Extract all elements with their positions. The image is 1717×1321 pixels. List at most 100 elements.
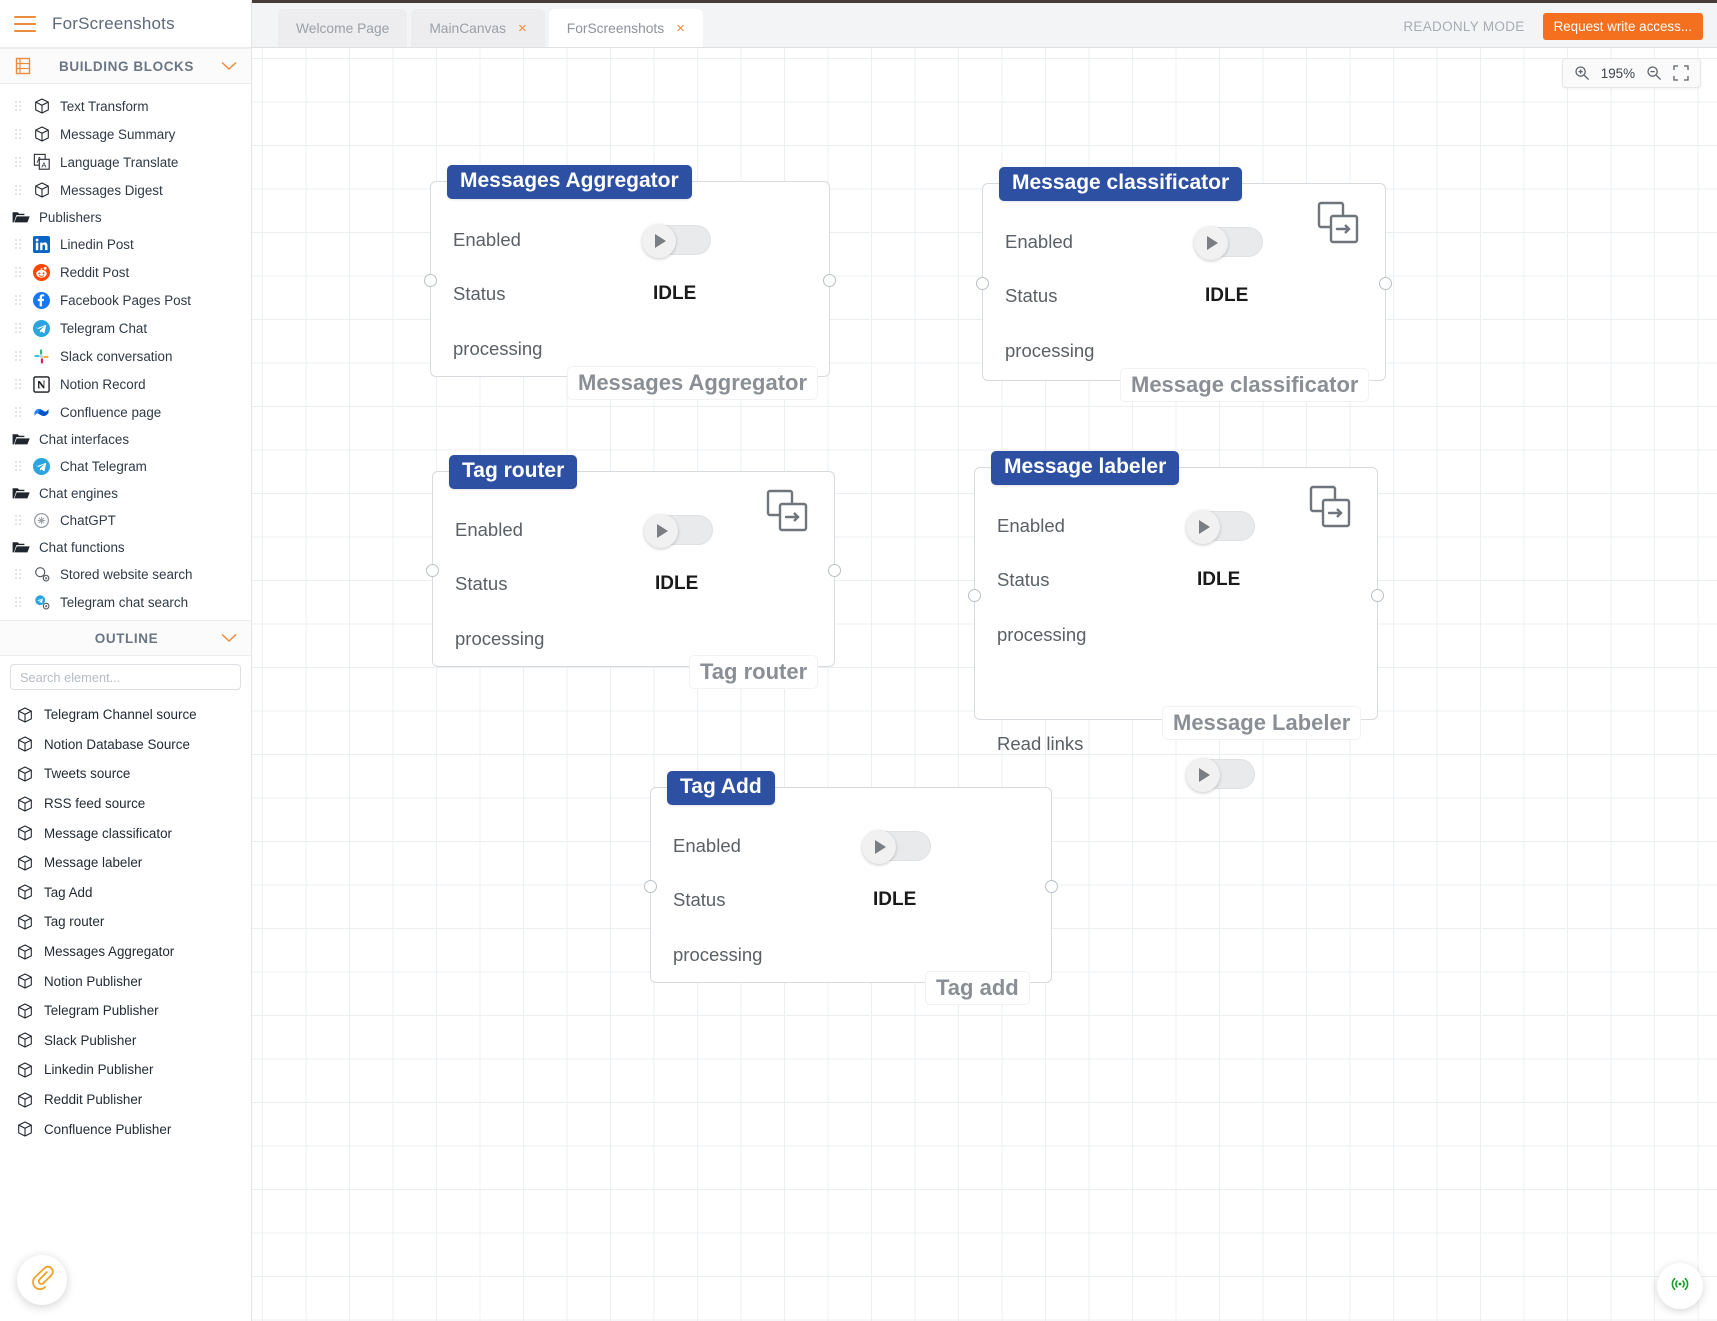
sidebar-item-text-transform[interactable]: Text Transform [0,92,251,120]
outline-item-message-classificator[interactable]: Message classificator [0,818,251,848]
outline-item-tweets-source[interactable]: Tweets source [0,759,251,789]
drag-handle-icon[interactable] [14,377,23,391]
node-title[interactable]: Message labeler [991,451,1180,486]
cube-icon [15,1001,34,1020]
outline-item-linkedin-publisher[interactable]: Linkedin Publisher [0,1055,251,1085]
node-body[interactable]: Enabled Status IDLE processing [644,787,1058,983]
drag-handle-icon[interactable] [14,595,23,609]
duplicate-icon[interactable] [1315,200,1361,251]
sidebar-item-language-translate[interactable]: A A Language Translate [0,148,251,176]
sidebar-group-chat-engines[interactable]: Chat engines [0,480,251,506]
drag-handle-icon[interactable] [14,155,23,169]
sidebar-item-linedin-post[interactable]: Linedin Post [0,230,251,258]
outline-item-confluence-publisher[interactable]: Confluence Publisher [0,1114,251,1144]
drag-handle-icon[interactable] [14,513,23,527]
node-port-input[interactable] [424,274,437,287]
node-title[interactable]: Tag Add [667,771,775,806]
drag-handle-icon[interactable] [14,567,23,581]
outline-item-slack-publisher[interactable]: Slack Publisher [0,1026,251,1056]
sidebar-item-message-summary[interactable]: Message Summary [0,120,251,148]
node-port-input[interactable] [644,880,657,893]
node-port-output[interactable] [1379,277,1392,290]
sidebar-item-telegram-chat-search[interactable]: Telegram chat search [0,588,251,616]
drag-handle-icon[interactable] [14,183,23,197]
node-title[interactable]: Message classificator [999,167,1243,202]
outline-item-tag-add[interactable]: Tag Add [0,878,251,908]
close-icon[interactable]: × [518,21,527,36]
sidebar-item-facebook-pages-post[interactable]: Facebook Pages Post [0,286,251,314]
sidebar-item-slack-conversation[interactable]: Slack conversation [0,342,251,370]
drag-handle-icon[interactable] [14,237,23,251]
outline-item-rss-feed-source[interactable]: RSS feed source [0,789,251,819]
sidebar-group-label: Chat functions [39,539,125,555]
node-toggle-enabled[interactable] [644,514,713,548]
node-title[interactable]: Messages Aggregator [447,165,692,200]
attach-fab-button[interactable] [17,1255,67,1305]
node-toggle-enabled[interactable] [1186,510,1255,544]
close-icon[interactable]: × [676,21,685,36]
building-blocks-header[interactable]: BUILDING BLOCKS [0,48,251,84]
search-input[interactable] [10,664,241,690]
node-toggle-enabled[interactable] [642,224,711,258]
fullscreen-icon[interactable] [1673,65,1689,81]
tab-welcome-page[interactable]: Welcome Page [278,9,408,47]
sidebar-item-confluence-page[interactable]: Confluence page [0,398,251,426]
flow-canvas[interactable]: 195% Enabled Status IDLE processing Messages… [252,48,1717,1321]
node-body[interactable]: Enabled Status IDLE processing [976,183,1392,381]
drag-handle-icon[interactable] [14,127,23,141]
zoom-in-icon[interactable] [1574,65,1590,81]
chevron-down-icon[interactable] [221,631,237,646]
outline-item-notion-database-source[interactable]: Notion Database Source [0,730,251,760]
node-body[interactable]: Enabled Status IDLE processing [424,181,836,377]
duplicate-icon[interactable] [1307,484,1353,535]
node-toggle-enabled[interactable] [1194,226,1263,260]
node-port-output[interactable] [823,274,836,287]
drag-handle-icon[interactable] [14,321,23,335]
outline-item-reddit-publisher[interactable]: Reddit Publisher [0,1085,251,1115]
node-port-output[interactable] [828,564,841,577]
sidebar-group-publishers[interactable]: Publishers [0,204,251,230]
broadcast-fab-button[interactable] [1657,1263,1703,1309]
node-row-label: Status [997,569,1050,590]
drag-handle-icon[interactable] [14,99,23,113]
sidebar-item-reddit-post[interactable]: Reddit Post [0,258,251,286]
drag-handle-icon[interactable] [14,459,23,473]
node-toggle-read-links[interactable] [1186,758,1255,792]
sidebar-item-notion-record[interactable]: Notion Record [0,370,251,398]
duplicate-icon[interactable] [764,488,810,539]
node-port-output[interactable] [1371,588,1384,602]
node-toggle-enabled[interactable] [862,830,931,864]
hamburger-icon[interactable] [14,15,36,32]
outline-item-telegram-publisher[interactable]: Telegram Publisher [0,996,251,1026]
sidebar-item-chatgpt[interactable]: ChatGPT [0,506,251,534]
node-port-input[interactable] [976,277,989,290]
node-port-output[interactable] [1045,880,1058,893]
node-title[interactable]: Tag router [449,455,578,490]
drag-handle-icon[interactable] [14,293,23,307]
outline-header[interactable]: OUTLINE [0,620,251,656]
drag-handle-icon[interactable] [14,265,23,279]
request-write-access-button[interactable]: Request write access... [1542,13,1703,40]
tab-maincanvas[interactable]: MainCanvas × [411,9,545,47]
sidebar-group-chat-functions[interactable]: Chat functions [0,534,251,560]
node-body[interactable]: Enabled Status IDLE processing Read links [968,467,1384,792]
sidebar-group-chat-interfaces[interactable]: Chat interfaces [0,426,251,452]
outline-item-messages-aggregator[interactable]: Messages Aggregator [0,937,251,967]
tab-forscreenshots[interactable]: ForScreenshots × [548,9,703,47]
outline-item-notion-publisher[interactable]: Notion Publisher [0,966,251,996]
drag-handle-icon[interactable] [14,405,23,419]
outline-item-telegram-channel-source[interactable]: Telegram Channel source [0,700,251,730]
cube-icon [32,181,51,200]
drag-handle-icon[interactable] [14,349,23,363]
node-body[interactable]: Enabled Status IDLE processing [426,471,841,667]
chevron-down-icon[interactable] [221,59,237,74]
zoom-out-icon[interactable] [1646,65,1662,81]
outline-item-message-labeler[interactable]: Message labeler [0,848,251,878]
outline-item-tag-router[interactable]: Tag router [0,907,251,937]
sidebar-item-chat-telegram[interactable]: Chat Telegram [0,452,251,480]
node-port-input[interactable] [426,564,439,577]
sidebar-item-stored-website-search[interactable]: Stored website search [0,560,251,588]
sidebar-item-messages-digest[interactable]: Messages Digest [0,176,251,204]
node-port-input[interactable] [968,588,981,602]
sidebar-item-telegram-chat[interactable]: Telegram Chat [0,314,251,342]
